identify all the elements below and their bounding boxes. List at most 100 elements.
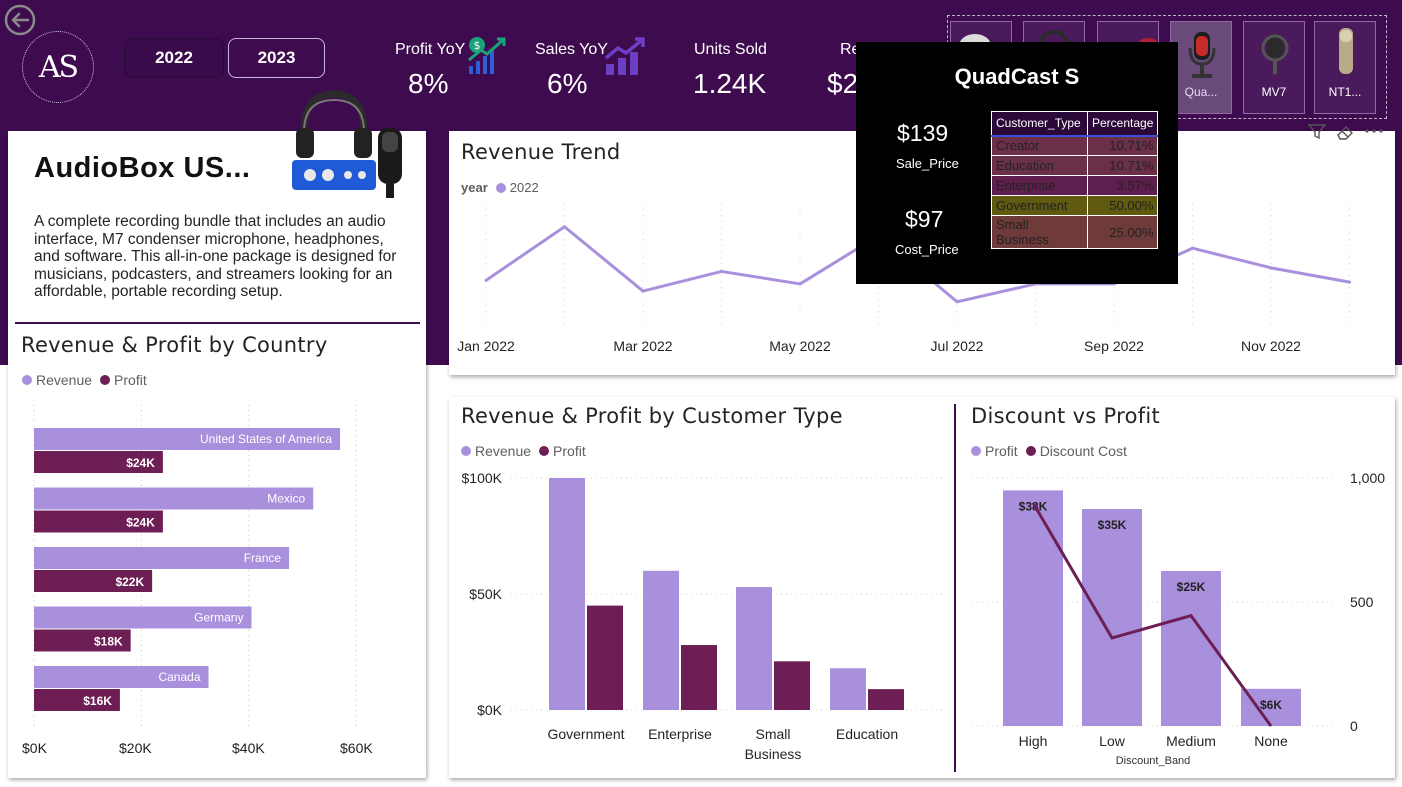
profit-bar (868, 689, 904, 710)
trend-point (1269, 266, 1273, 270)
revenue-bar (736, 587, 772, 710)
x-axis-label: Discount_Band (1116, 755, 1191, 767)
legend-revenue-label: Revenue (36, 372, 93, 388)
profit-bar (681, 645, 717, 710)
discount-chart-plot: 1,000 500 0 $38K High $35K Low $25K Medium $6K Non… (972, 470, 1385, 767)
legend-revenue-label: Revenue (475, 443, 532, 459)
x-tick: $40K (232, 740, 265, 756)
product-thumb-label: MV7 (1261, 85, 1287, 99)
discount-chart-title: Discount vs Profit (971, 404, 1161, 428)
country-x-axis: $0K $20K $40K $60K (22, 740, 402, 760)
category-label: High (1019, 733, 1048, 749)
legend-dot-profit (100, 375, 111, 385)
profit-data-label: $18K (94, 635, 123, 649)
product-thumb-mv7[interactable]: MV7 (1243, 21, 1305, 114)
product-bundle-image (292, 90, 402, 198)
chart-divider (954, 404, 956, 772)
revenue-bar (643, 570, 679, 710)
legend-dot-discount-cost (1025, 446, 1036, 456)
product-description: A complete recording bundle that include… (34, 213, 397, 301)
table-header-percentage[interactable]: Percentage (1086, 111, 1159, 136)
table-cell-type: Small Business (991, 215, 1088, 249)
legend-dot-revenue (461, 446, 471, 456)
x-tick: May 2022 (769, 338, 831, 354)
product-thumb-quadcast[interactable]: Qua... (1170, 21, 1232, 114)
category-label: France (244, 551, 282, 565)
kpi-sales-yoy-value: 6% (547, 68, 588, 99)
kpi-units-sold-title: Units Sold (694, 41, 767, 58)
country-chart-title: Revenue & Profit by Country (21, 333, 328, 357)
trend-chart-legend: year 2022 (461, 180, 539, 195)
customer-chart-title: Revenue & Profit by Customer Type (461, 404, 843, 428)
back-arrow-icon[interactable] (4, 4, 36, 36)
year-button-2023[interactable]: 2023 (228, 38, 325, 78)
microphone-icon (1339, 28, 1353, 74)
microphone-icon (1188, 32, 1216, 78)
x-tick: Sep 2022 (1084, 338, 1144, 354)
section-divider (15, 322, 420, 324)
category-label: None (1254, 733, 1288, 749)
revenue-bar (549, 478, 585, 710)
profit-bar (1161, 571, 1221, 726)
customer-chart-legend: Revenue Profit (461, 443, 586, 459)
table-row: Creator 10.71% (991, 135, 1159, 156)
filter-icon[interactable] (1308, 124, 1326, 140)
kpi-sales-yoy-title: Sales YoY (535, 41, 608, 58)
category-label: Medium (1166, 733, 1216, 749)
legend-dot-2022 (495, 182, 506, 193)
table-cell-pct: 50.00% (1086, 195, 1159, 216)
revenue-bar (830, 668, 866, 710)
y-tick: $100K (462, 470, 503, 486)
profit-data-label: $24K (126, 456, 155, 470)
microphone-icon (1261, 34, 1289, 74)
profit-bar (587, 605, 623, 710)
table-header-customer-type[interactable]: Customer_Type (991, 111, 1088, 136)
legend-discount-cost-label: Discount Cost (1039, 443, 1127, 459)
category-label: Education (836, 726, 898, 742)
table-cell-pct: 10.71% (1086, 135, 1159, 156)
trend-point (484, 278, 488, 282)
y2-tick: 0 (1350, 718, 1358, 734)
more-options-icon[interactable] (1364, 127, 1384, 135)
table-cell-pct: 25.00% (1086, 215, 1159, 249)
product-title: AudioBox US... (34, 152, 251, 184)
year-button-2022[interactable]: 2022 (124, 38, 224, 78)
dollar-growth-icon: $ (468, 37, 506, 74)
category-label: Canada (158, 670, 200, 684)
tooltip-sale-price-label: Sale_Price (896, 156, 959, 171)
legend-profit-label: Profit (114, 372, 147, 388)
category-label: Mexico (267, 492, 305, 506)
trend-point (1191, 246, 1194, 250)
x-tick: $0K (22, 740, 47, 756)
product-thumb-label: NT1... (1328, 85, 1362, 99)
table-cell-type: Education (991, 155, 1088, 176)
category-label: Government (547, 726, 624, 742)
kpi-units-sold-value: 1.24K (693, 68, 767, 99)
legend-dot-profit (971, 446, 981, 456)
category-label: United States of America (200, 432, 332, 446)
trend-point (955, 300, 959, 304)
product-thumb-nt1[interactable]: NT1... (1314, 21, 1376, 114)
category-label: Germany (194, 611, 243, 625)
y-tick: $0K (477, 702, 503, 718)
x-tick: Mar 2022 (613, 338, 672, 354)
discount-chart-legend: Profit Discount Cost (971, 443, 1127, 459)
legend-dot-profit (539, 446, 550, 456)
category-label: Low (1099, 733, 1126, 749)
table-header-row: Customer_Type Percentage (991, 111, 1159, 136)
trend-point (798, 282, 802, 286)
trend-point (720, 269, 723, 273)
table-cell-type: Creator (991, 135, 1088, 156)
country-chart-legend: Revenue Profit (22, 372, 147, 388)
legend-2022-label: 2022 (509, 180, 539, 195)
product-thumb-label: Qua... (1184, 85, 1218, 99)
trend-point (563, 225, 566, 229)
profit-data-label: $38K (1019, 499, 1048, 513)
table-row: Government 50.00% (991, 195, 1159, 216)
eraser-icon[interactable] (1336, 124, 1356, 140)
table-cell-type: Government (991, 195, 1088, 216)
legend-year-label: year (461, 180, 488, 195)
brand-logo: AS (22, 31, 94, 103)
bar-growth-icon (604, 37, 645, 75)
category-label: Business (745, 746, 802, 762)
